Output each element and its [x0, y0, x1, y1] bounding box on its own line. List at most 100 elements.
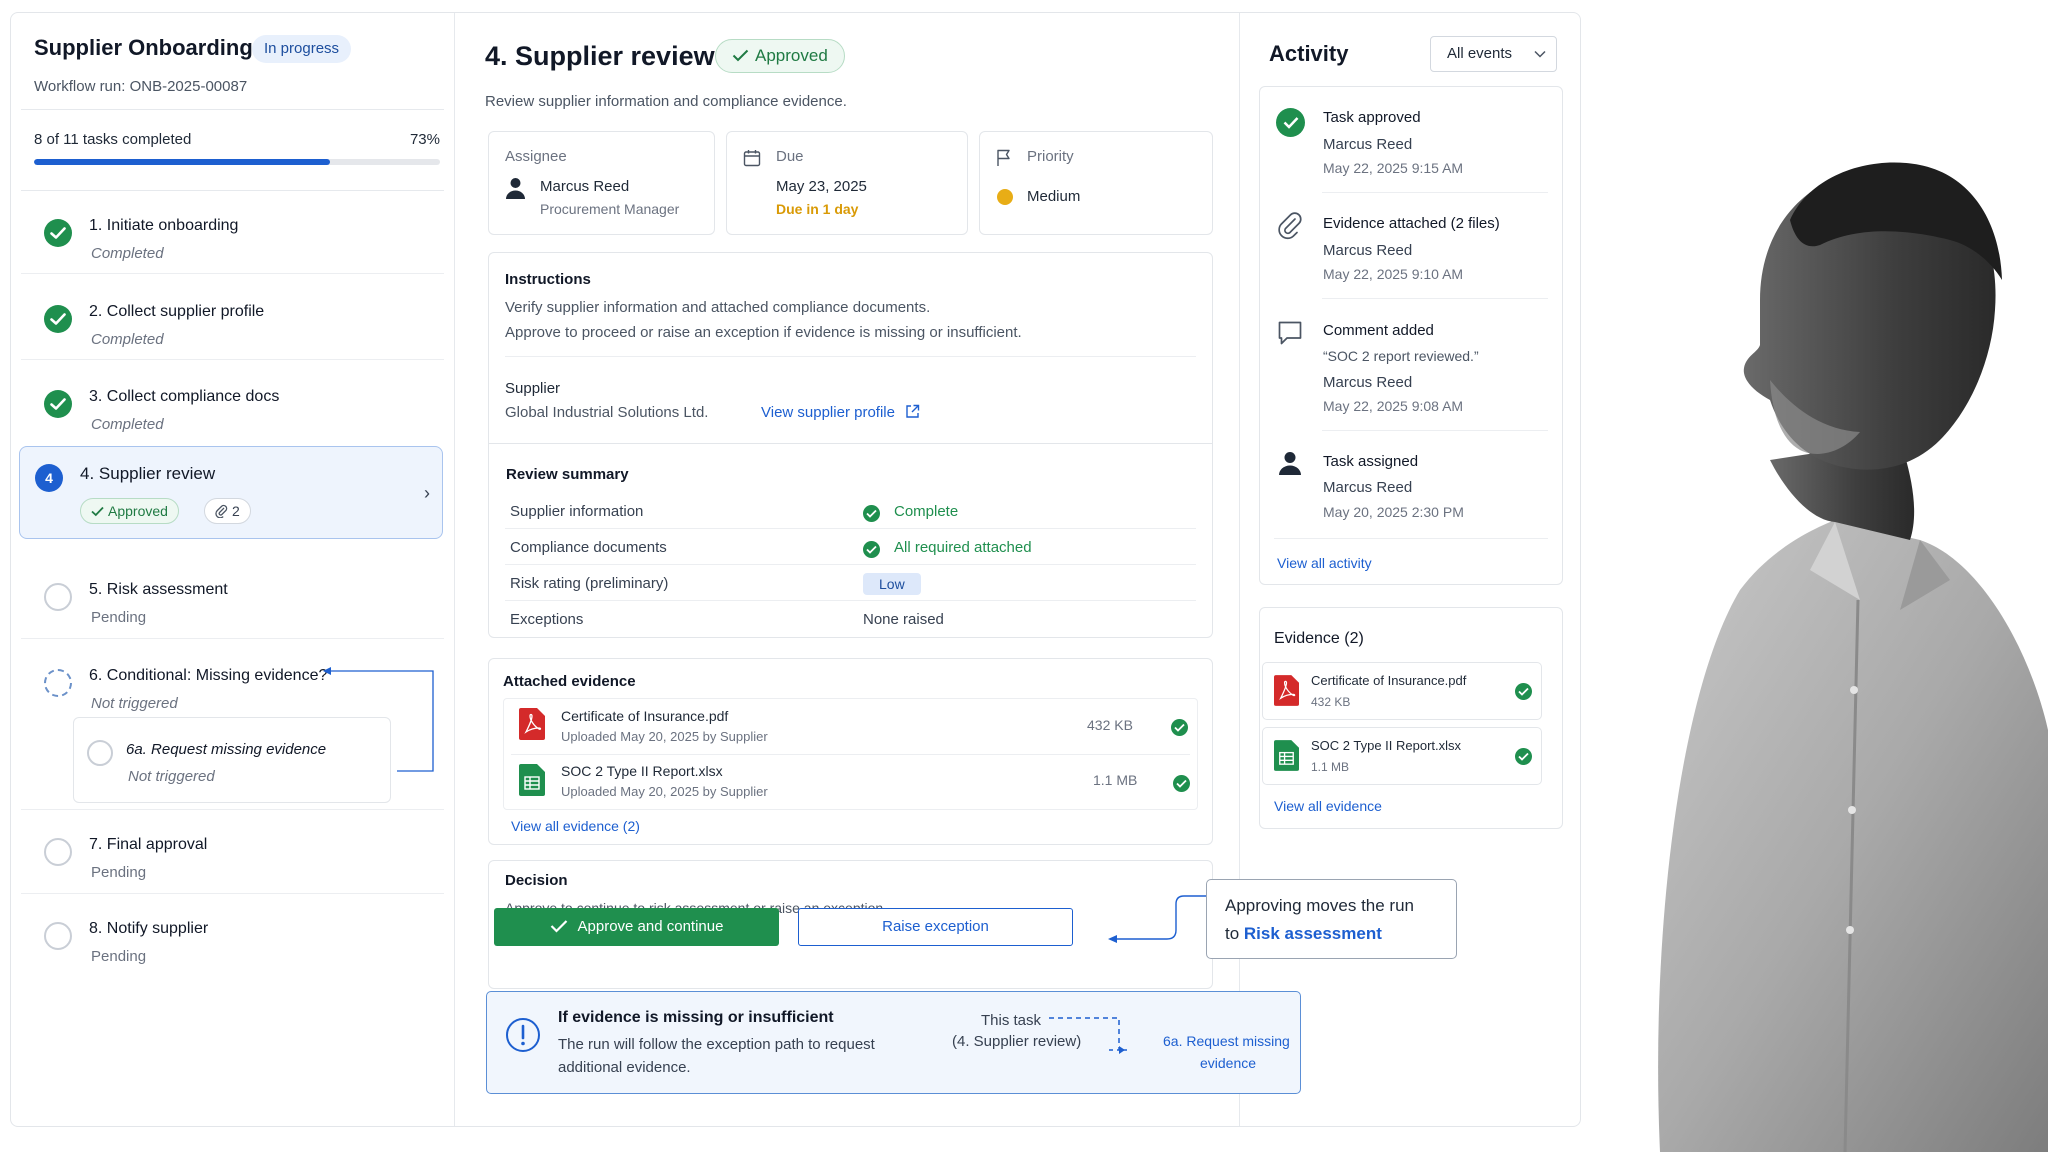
divider	[1322, 430, 1548, 431]
step-supplier-review[interactable]: 4 4. Supplier review Approved 2 ›	[19, 446, 443, 539]
pdf-file-icon	[519, 708, 545, 740]
activity-filter-select[interactable]: All events	[1430, 36, 1557, 72]
view-all-evidence-link[interactable]: View all evidence (2)	[511, 818, 640, 834]
evidence-panel-item[interactable]: SOC 2 Type II Report.xlsx 1.1 MB	[1262, 727, 1542, 785]
evidence-name: Certificate of Insurance.pdf	[1311, 673, 1467, 688]
step-title: 4. Supplier review	[80, 464, 216, 483]
check-circle-icon	[1515, 748, 1532, 765]
approve-and-continue-button[interactable]: Approve and continue	[494, 908, 779, 946]
activity-user: Marcus Reed	[1323, 479, 1413, 496]
activity-user: Marcus Reed	[1323, 136, 1413, 153]
step-collect-compliance-docs[interactable]: 3. Collect compliance docs Completed	[21, 374, 444, 446]
divider	[505, 564, 1196, 565]
decision-title: Decision	[505, 872, 568, 889]
activity-panel: Activity Task approved Marcus Reed May 2…	[1240, 13, 1582, 1126]
divider	[505, 600, 1196, 601]
activity-title: Comment added	[1323, 322, 1434, 339]
approved-chip: Approved	[80, 498, 179, 524]
attached-evidence-card: Attached evidence Certificate of Insuran…	[488, 658, 1213, 845]
progress-percent: 73%	[409, 131, 440, 148]
step-request-missing-evidence[interactable]: 6a. Request missing evidence Not trigger…	[73, 717, 391, 803]
workflow-title: Supplier Onboarding	[34, 35, 253, 60]
step-status: Completed	[91, 245, 164, 262]
attachment-count-chip[interactable]: 2	[204, 498, 251, 524]
divider	[1322, 192, 1548, 193]
approve-callout: Approving moves the run to Risk assessme…	[1206, 879, 1457, 959]
view-supplier-profile-link[interactable]: View supplier profile	[761, 404, 920, 421]
evidence-size: 1.1 MB	[1093, 772, 1138, 788]
activity-time: May 22, 2025 9:15 AM	[1323, 160, 1464, 176]
chevron-down-icon	[1534, 37, 1546, 71]
note-body-2: additional evidence.	[558, 1059, 691, 1076]
divider	[1322, 298, 1548, 299]
pending-circle-icon	[87, 740, 113, 766]
step-title: 7. Final approval	[89, 836, 208, 853]
divider	[1274, 538, 1548, 539]
note-body-1: The run will follow the exception path t…	[558, 1036, 875, 1053]
attached-evidence-title: Attached evidence	[503, 673, 636, 690]
check-icon	[44, 219, 72, 247]
step-initiate-onboarding[interactable]: 1. Initiate onboarding Completed	[21, 203, 444, 275]
evidence-row[interactable]: Certificate of Insurance.pdf Uploaded Ma…	[503, 699, 1198, 754]
divider	[505, 356, 1196, 357]
step-status: Not triggered	[91, 695, 178, 712]
evidence-meta: Uploaded May 20, 2025 by Supplier	[561, 784, 768, 799]
evidence-name: SOC 2 Type II Report.xlsx	[1311, 738, 1462, 753]
divider	[21, 109, 444, 110]
callout-arrow	[1108, 895, 1206, 943]
view-all-evidence-panel-link[interactable]: View all evidence	[1274, 798, 1382, 814]
step-final-approval[interactable]: 7. Final approval Pending	[21, 822, 444, 894]
priority-value: Medium	[1027, 188, 1081, 205]
exception-path-note: If evidence is missing or insufficient T…	[486, 991, 1301, 1094]
check-icon	[91, 506, 104, 517]
progress-fill	[34, 159, 331, 165]
view-all-activity-link[interactable]: View all activity	[1277, 555, 1372, 571]
page-title: 4. Supplier review	[485, 41, 715, 71]
evidence-size: 1.1 MB	[1311, 760, 1350, 774]
link-label: View supplier profile	[761, 404, 895, 421]
step-title: 6a. Request missing evidence	[126, 741, 327, 758]
evidence-row[interactable]: SOC 2 Type II Report.xlsx Uploaded May 2…	[503, 755, 1198, 810]
step-notify-supplier[interactable]: 8. Notify supplier Pending	[21, 906, 444, 978]
divider	[505, 528, 1196, 529]
conditional-dashed-circle-icon	[44, 669, 72, 697]
task-details-card: Instructions Verify supplier information…	[488, 252, 1213, 638]
note-target-2[interactable]: evidence	[1200, 1055, 1256, 1071]
step-risk-assessment[interactable]: 5. Risk assessment Pending	[21, 567, 444, 639]
paperclip-icon	[215, 504, 228, 519]
pending-circle-icon	[44, 583, 72, 611]
due-date: May 23, 2025	[776, 178, 867, 195]
workflow-sidebar: Supplier Onboarding In progress Workflow…	[11, 13, 455, 1126]
progress-label: 8 of 11 tasks completed	[34, 131, 192, 148]
divider	[21, 893, 444, 894]
assignee-name: Marcus Reed	[540, 178, 630, 195]
step-status: Pending	[91, 864, 147, 881]
divider	[21, 273, 444, 274]
chip-label: Approved	[108, 503, 168, 519]
paperclip-icon	[1278, 212, 1302, 240]
summary-value: None raised	[863, 611, 944, 628]
due-card: Due May 23, 2025 Due in 1 day	[726, 131, 968, 235]
step-title: 2. Collect supplier profile	[89, 303, 265, 320]
raise-exception-button[interactable]: Raise exception	[798, 908, 1073, 946]
note-target-1[interactable]: 6a. Request missing	[1163, 1033, 1290, 1049]
evidence-panel-item[interactable]: Certificate of Insurance.pdf 432 KB	[1262, 662, 1542, 720]
check-circle-icon	[1276, 108, 1305, 137]
step-collect-supplier-profile[interactable]: 2. Collect supplier profile Completed	[21, 289, 444, 361]
supplier-name: Global Industrial Solutions Ltd.	[505, 404, 709, 421]
step-title: 8. Notify supplier	[89, 920, 209, 937]
person-icon	[1279, 452, 1301, 475]
evidence-meta: Uploaded May 20, 2025 by Supplier	[561, 729, 768, 744]
divider	[21, 638, 444, 639]
summary-key: Exceptions	[510, 611, 584, 628]
spreadsheet-file-icon	[519, 764, 545, 796]
priority-dot	[997, 189, 1013, 205]
activity-user: Marcus Reed	[1323, 242, 1413, 259]
risk-rating-pill: Low	[863, 573, 921, 595]
chevron-right-icon[interactable]: ›	[424, 483, 430, 504]
instructions-line-2: Approve to proceed or raise an exception…	[505, 324, 1022, 341]
review-summary-title: Review summary	[506, 466, 629, 483]
activity-title: Evidence attached (2 files)	[1323, 215, 1500, 232]
due-in: Due in 1 day	[776, 201, 859, 217]
assignee-card: Assignee Marcus Reed Procurement Manager	[488, 131, 715, 235]
